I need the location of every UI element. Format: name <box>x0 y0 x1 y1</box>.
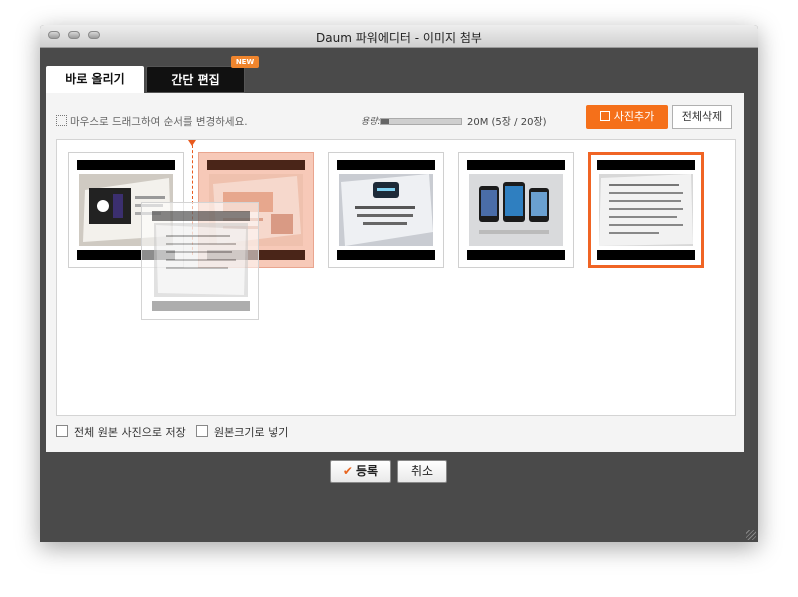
delete-all-button[interactable]: 전체삭제 <box>672 105 732 129</box>
thumbnail-caption-bar <box>152 211 250 221</box>
title-bar[interactable]: Daum 파워에디터 - 이미지 첨부 <box>40 25 758 48</box>
insert-original-option[interactable]: 원본크기로 넣기 <box>196 424 288 440</box>
insert-original-checkbox[interactable] <box>196 425 208 437</box>
capacity-label: 용량: <box>361 117 381 127</box>
thumbnail-caption-bar <box>467 250 565 260</box>
checkmark-icon: ✔ <box>342 464 353 478</box>
thumbnail-image <box>339 174 433 246</box>
tab-direct-upload[interactable]: 바로 올리기 <box>46 66 144 93</box>
drag-reorder-icon <box>56 115 67 126</box>
thumbnail-caption-bar <box>152 301 250 311</box>
thumbnail-grid <box>56 139 736 416</box>
window-title: Daum 파워에디터 - 이미지 첨부 <box>316 31 482 45</box>
thumbnail-image <box>154 223 248 297</box>
capacity-bar <box>380 118 462 125</box>
drag-hint: 마우스로 드래그하여 순서를 변경하세요. <box>56 114 248 129</box>
submit-label: 등록 <box>355 464 379 478</box>
thumbnail-item[interactable] <box>458 152 574 268</box>
thumbnail-item-selected[interactable] <box>588 152 704 268</box>
submit-button[interactable]: ✔ 등록 <box>330 460 391 483</box>
save-original-checkbox[interactable] <box>56 425 68 437</box>
cancel-button[interactable]: 취소 <box>397 460 447 483</box>
add-photo-button[interactable]: 사진추가 <box>586 105 668 129</box>
resize-grip-icon[interactable] <box>746 530 756 540</box>
dialog-window: Daum 파워에디터 - 이미지 첨부 바로 올리기 간단 편집 NEW 마우스… <box>40 25 758 542</box>
capacity-bar-fill <box>381 119 389 124</box>
thumbnail-image <box>469 174 563 246</box>
drag-hint-text: 마우스로 드래그하여 순서를 변경하세요. <box>70 116 248 128</box>
thumbnail-caption-bar <box>207 160 305 170</box>
thumbnail-caption-bar <box>77 160 175 170</box>
thumbnail-caption-bar <box>597 250 695 260</box>
thumbnail-caption-bar <box>467 160 565 170</box>
capacity-text: 20M (5장 / 20장) <box>467 117 547 128</box>
save-original-option[interactable]: 전체 원본 사진으로 저장 <box>56 424 186 440</box>
drag-ghost-thumbnail[interactable] <box>141 202 259 320</box>
insert-original-label: 원본크기로 넣기 <box>214 426 289 439</box>
add-photo-label: 사진추가 <box>613 110 655 123</box>
save-original-label: 전체 원본 사진으로 저장 <box>74 426 186 439</box>
thumbnail-image <box>599 174 693 246</box>
thumbnail-caption-bar <box>337 250 435 260</box>
photo-icon <box>599 111 610 121</box>
tab-simple-edit[interactable]: 간단 편집 <box>146 66 245 93</box>
new-badge: NEW <box>231 56 259 68</box>
thumbnail-caption-bar <box>597 160 695 170</box>
upload-panel: 마우스로 드래그하여 순서를 변경하세요. 용량: 20M (5장 / 20장)… <box>46 93 744 452</box>
thumbnail-item[interactable] <box>328 152 444 268</box>
thumbnail-caption-bar <box>337 160 435 170</box>
